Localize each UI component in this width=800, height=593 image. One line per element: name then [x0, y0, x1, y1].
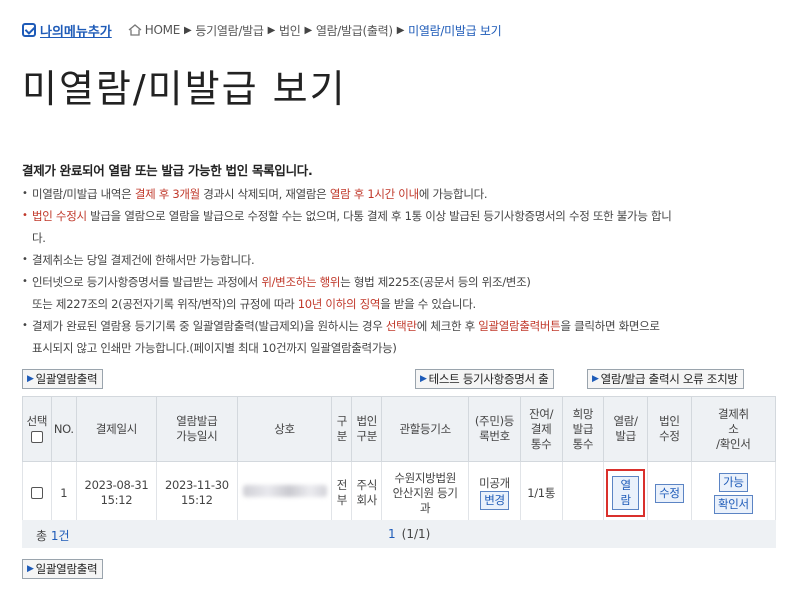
- cancel-available-button[interactable]: 가능: [719, 472, 748, 492]
- row-select-checkbox[interactable]: [30, 487, 43, 499]
- home-icon: [128, 24, 142, 36]
- breadcrumb-registry[interactable]: 등기열람/발급: [195, 22, 263, 39]
- col-registry: 관할등기소: [381, 396, 470, 462]
- bulk-print-button[interactable]: ▶ 일괄열람출력: [22, 369, 104, 389]
- modify-button[interactable]: 수정: [655, 483, 684, 503]
- table-footer: 총 1건 1 (1/1): [22, 520, 776, 548]
- info-item: 결제가 완료된 열람용 등기기록 중 일괄열람출력(발급제외)을 원하시는 경우…: [22, 315, 782, 359]
- breadcrumb-separator-icon: ▶: [304, 24, 312, 36]
- col-name: 상호: [236, 396, 333, 462]
- triangle-right-icon: ▶: [592, 374, 599, 384]
- checkbox-check-icon: [22, 23, 36, 37]
- info-lead: 결제가 완료되어 열람 또는 발급 가능한 법인 목록입니다.: [22, 163, 313, 178]
- row-remaining: 1/1통: [519, 461, 563, 525]
- col-division: 구분: [331, 396, 353, 462]
- row-modify: 수정: [647, 461, 692, 525]
- breadcrumb-separator-icon: ▶: [183, 24, 192, 36]
- breadcrumb-current[interactable]: 미열람/미발급 보기: [408, 22, 501, 39]
- row-desired: [561, 461, 605, 525]
- action-button-row: ▶ 일괄열람출력 ▶ 테스트 등기사항증명서 출 ▶ 열람/발급 출력시 오류 조치방: [22, 369, 776, 391]
- info-item: 결제취소는 당일 결제건에 한해서만 가능합니다.: [22, 249, 782, 271]
- row-name: [236, 461, 333, 525]
- reg-no-change-button[interactable]: 변경: [480, 491, 509, 510]
- breadcrumb-separator-icon: ▶: [267, 24, 276, 36]
- breadcrumb-corporation[interactable]: 법인: [279, 22, 301, 39]
- breadcrumb-view-issue[interactable]: 열람/발급(출력): [316, 22, 393, 39]
- triangle-right-icon: ▶: [27, 564, 34, 574]
- breadcrumb-home[interactable]: HOME: [145, 23, 181, 37]
- col-avail-date: 열람발급 가능일시: [156, 396, 238, 462]
- info-item: 미열람/미발급 내역은 결제 후 3개월 경과시 삭제되며, 재열람은 열람 후…: [22, 183, 782, 205]
- test-certificate-button[interactable]: ▶ 테스트 등기사항증명서 출: [415, 369, 555, 389]
- row-division: 전부: [331, 461, 353, 525]
- col-desired: 희망 발급 통수: [561, 396, 605, 462]
- breadcrumb: HOME ▶ 등기열람/발급 ▶ 법인 ▶ 열람/발급(출력) ▶ 미열람/미발…: [128, 22, 502, 39]
- triangle-right-icon: ▶: [420, 374, 427, 384]
- table-row: 1 2023-08-31 15:12 2023-11-30 15:12 전부 주식 회…: [22, 461, 777, 525]
- col-modify: 법인 수정: [647, 396, 692, 462]
- col-pay-date: 결제일시: [75, 396, 158, 462]
- row-avail-date: 2023-11-30 15:12: [156, 461, 238, 525]
- col-remaining: 잔여/결제 통수: [519, 396, 563, 462]
- unviewed-list-table: 선택 NO. 결제일시 열람발급 가능일시 상호 구분 법인 구분 관할등기소 (주…: [22, 396, 777, 525]
- row-no: 1: [50, 461, 77, 525]
- my-menu-label: 나의메뉴추가: [40, 24, 112, 40]
- breadcrumb-separator-icon: ▶: [396, 24, 405, 36]
- top-bar: 나의메뉴추가 HOME ▶ 등기열람/발급 ▶ 법인 ▶ 열람/발급(출력) ▶…: [22, 18, 502, 42]
- col-cancel: 결제취 소/확인서: [690, 396, 777, 462]
- col-select: 선택: [22, 396, 52, 462]
- col-no: NO.: [50, 396, 77, 462]
- confirmation-button[interactable]: 확인서: [713, 494, 753, 514]
- info-item: 인터넷으로 등기사항증명서를 발급받는 과정에서 위/변조하는 행위는 형법 제…: [22, 271, 782, 315]
- blurred-company-name: [242, 485, 327, 497]
- my-menu-add-link[interactable]: 나의메뉴추가: [22, 21, 112, 40]
- pagination: 1 (1/1): [388, 527, 431, 541]
- print-error-help-button[interactable]: ▶ 열람/발급 출력시 오류 조치방: [587, 369, 744, 389]
- row-reg-no: 미공개 변경: [468, 461, 521, 525]
- col-reg-no: (주민)등 록번호: [468, 396, 521, 462]
- view-button[interactable]: 열람: [612, 476, 640, 510]
- triangle-right-icon: ▶: [27, 374, 34, 384]
- row-view-issue: 열람: [603, 461, 649, 525]
- table-header-row: 선택 NO. 결제일시 열람발급 가능일시 상호 구분 법인 구분 관할등기소 (주…: [22, 396, 777, 462]
- page-title: 미열람/미발급 보기: [22, 67, 347, 111]
- col-view-issue: 열람/발급: [603, 396, 649, 462]
- info-item: 법인 수정시 발급을 열람으로 열람을 발급으로 수정할 수는 없으며, 다통 …: [22, 205, 782, 249]
- row-cancel: 가능 확인서: [690, 461, 777, 525]
- info-block: 결제가 완료되어 열람 또는 발급 가능한 법인 목록입니다. 미열람/미발급 …: [22, 160, 782, 359]
- view-button-highlight: 열람: [606, 469, 646, 517]
- page-link-current[interactable]: 1: [388, 527, 396, 541]
- row-registry: 수원지방법원 안산지원 등기 과: [381, 461, 470, 525]
- row-corp-type: 주식 회사: [351, 461, 383, 525]
- select-all-checkbox[interactable]: [30, 430, 43, 443]
- bulk-print-button-bottom[interactable]: ▶ 일괄열람출력: [22, 559, 104, 579]
- row-pay-date: 2023-08-31 15:12: [75, 461, 158, 525]
- col-corp-type: 법인 구분: [351, 396, 383, 462]
- total-count: 총 1건: [36, 529, 70, 543]
